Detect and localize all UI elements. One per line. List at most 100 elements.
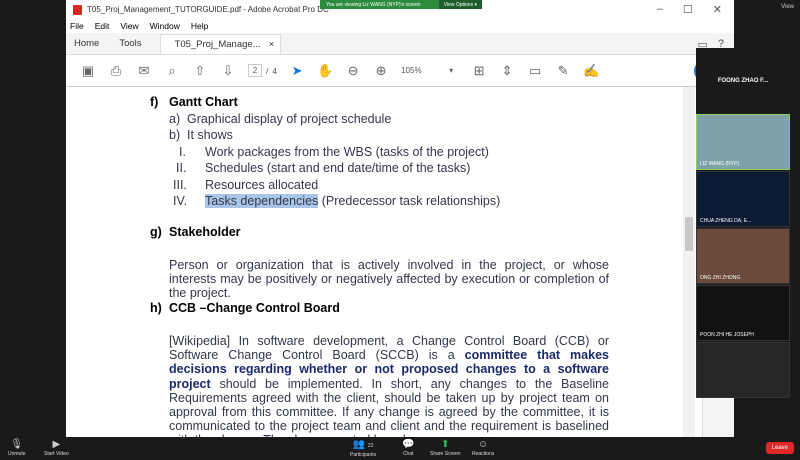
participant-tile[interactable]	[696, 342, 790, 398]
participant-name: ONG ZHI ZHONG	[700, 275, 741, 281]
menu-file[interactable]: File	[70, 21, 84, 31]
menu-edit[interactable]: Edit	[95, 21, 110, 31]
share-screen-label: Share Screen	[430, 451, 461, 457]
section-h-marker: h)	[150, 301, 162, 315]
h-text-part2: should be implemented. In short, any cha…	[169, 376, 609, 437]
participants-button[interactable]: 👥 23 Participants	[350, 439, 376, 458]
section-h-title: CCB –Change Control Board	[169, 301, 340, 315]
toolbar: ▣ ⎙ ✉ ⌕ ⇧ ⇩ 2 /4 ➤ ✋ ⊖ ⊕ 105% ▾ ⊞ ⇕ ▭ ✎ ✍…	[66, 55, 734, 87]
leave-button[interactable]: Leave	[765, 442, 794, 454]
start-video-label: Start Video	[44, 451, 69, 457]
sign-icon[interactable]: ✍	[577, 63, 605, 79]
menu-help[interactable]: Help	[191, 21, 208, 31]
participant-tile[interactable]: ONG ZHI ZHONG	[696, 228, 790, 284]
search-icon[interactable]: ⌕	[158, 63, 186, 79]
menu-bar: File Edit View Window Help	[66, 19, 734, 33]
participant-name: CHUA ZHENG DA, E...	[700, 218, 752, 224]
item-2: Schedules (start and end date/time of th…	[205, 161, 471, 175]
section-f-title: Gantt Chart	[169, 95, 238, 109]
roman-3: III.	[173, 178, 187, 192]
zoom-level[interactable]: 105%	[401, 66, 437, 75]
roman-2: II.	[176, 161, 187, 175]
view-options-button[interactable]: View Options ▾	[438, 0, 482, 9]
participant-tile[interactable]: LIZ WANG (NYP)	[696, 114, 790, 170]
item-1: Work packages from the WBS (tasks of the…	[205, 145, 489, 159]
minimize-icon[interactable]: –	[657, 3, 663, 16]
page-total: 4	[272, 65, 278, 76]
section-f-marker: f)	[150, 95, 159, 109]
chevron-down-icon[interactable]: ▾	[437, 66, 465, 75]
item-4: Tasks dependencies (Predecessor task rel…	[205, 194, 500, 208]
prev-page-icon[interactable]: ⇧	[186, 63, 214, 79]
maximize-icon[interactable]: ☐	[683, 3, 693, 16]
view-options-label: View Options	[443, 1, 474, 8]
f-b-text: It shows	[187, 128, 233, 142]
close-icon[interactable]: ✕	[713, 3, 722, 16]
acrobat-window: T05_Proj_Management_TUTORGUIDE.pdf - Ado…	[66, 0, 734, 437]
f-a-marker: a)	[169, 112, 181, 126]
participants-label: Participants	[350, 452, 377, 458]
highlight-pen-icon[interactable]: ✎	[549, 63, 577, 79]
section-g-text: Person or organization that is actively …	[169, 258, 609, 301]
section-g-title: Stakeholder	[169, 225, 241, 239]
participant-tile[interactable]: CHUA ZHENG DA, E...	[696, 171, 790, 227]
tab-home[interactable]: Home	[66, 38, 111, 54]
item-4-rest: (Predecessor task relationships)	[318, 194, 501, 208]
menu-view[interactable]: View	[120, 21, 138, 31]
smiley-icon: ☺	[478, 439, 489, 450]
next-page-icon[interactable]: ⇩	[214, 63, 242, 79]
mic-icon: 🎙	[10, 439, 24, 450]
share-screen-button[interactable]: ⬆ Share Screen	[430, 439, 461, 457]
f-b-marker: b)	[169, 128, 181, 142]
zoom-in-icon[interactable]: ⊕	[367, 63, 395, 79]
item-3: Resources allocated	[205, 178, 319, 192]
participant-name: POON ZHI HE JOSEPH	[700, 332, 754, 338]
participant-tile[interactable]: POON ZHI HE JOSEPH	[696, 285, 790, 341]
share-screen-icon: ⬆	[441, 439, 450, 450]
tab-document[interactable]: T05_Proj_Manage... ×	[159, 34, 282, 54]
participant-count: 23	[367, 443, 374, 449]
participants-icon: 👥 23	[352, 439, 374, 450]
unmute-button[interactable]: 🎙 Unmute	[8, 439, 26, 457]
document-page[interactable]: f) Gantt Chart a) Graphical display of p…	[66, 87, 678, 437]
tab-document-label: T05_Proj_Manage...	[174, 39, 261, 50]
meeting-controls: 🎙 Unmute ▶ Start Video 👥 23 Participants 💬 C…	[0, 437, 800, 460]
view-button[interactable]: View	[781, 4, 794, 10]
unmute-label: Unmute	[8, 451, 26, 457]
reactions-button[interactable]: ☺ Reactions	[472, 439, 494, 457]
video-icon: ▶	[52, 439, 61, 450]
start-video-button[interactable]: ▶ Start Video	[44, 439, 69, 457]
f-a-text: Graphical display of project schedule	[187, 112, 392, 126]
select-cursor-icon[interactable]: ➤	[283, 63, 311, 79]
tab-tools[interactable]: Tools	[111, 38, 153, 54]
email-icon[interactable]: ✉	[130, 63, 158, 79]
roman-4: IV.	[173, 194, 188, 208]
fit-page-icon[interactable]: ⊞	[465, 63, 493, 79]
pdf-icon	[73, 4, 82, 15]
chat-button[interactable]: 💬 Chat	[402, 439, 414, 457]
section-g-marker: g)	[150, 225, 162, 239]
save-icon[interactable]: ▣	[74, 63, 102, 79]
comment-icon[interactable]: ▭	[521, 63, 549, 79]
participant-gallery: FOONG ZHAO F... LIZ WANG (NYP) CHUA ZHEN…	[696, 48, 790, 398]
participant-name: LIZ WANG (NYP)	[700, 161, 739, 167]
section-h-text: [Wikipedia] In software development, a C…	[169, 334, 609, 437]
vertical-scrollbar[interactable]	[683, 87, 695, 437]
hand-tool-icon[interactable]: ✋	[311, 63, 339, 79]
print-icon[interactable]: ⎙	[102, 63, 130, 79]
page-sep: /	[266, 65, 269, 76]
highlighted-text[interactable]: Tasks dependencies	[205, 194, 319, 208]
chat-bubble-icon: 💬	[402, 439, 415, 450]
menu-window[interactable]: Window	[150, 21, 180, 31]
page-indicator: 2 /4	[248, 64, 277, 77]
banner-text: You are viewing Liz WANG (NYP)'s screen	[326, 1, 421, 8]
chat-label: Chat	[402, 451, 414, 457]
page-input[interactable]: 2	[248, 64, 262, 77]
zoom-out-icon[interactable]: ⊖	[339, 63, 367, 79]
tab-bar: Home Tools T05_Proj_Manage... × ▭?	[66, 33, 734, 55]
scroll-thumb[interactable]	[685, 217, 693, 251]
close-tab-icon[interactable]: ×	[269, 39, 275, 50]
scroll-mode-icon[interactable]: ⇕	[493, 63, 521, 79]
gallery-title: FOONG ZHAO F...	[717, 78, 769, 84]
roman-1: I.	[179, 145, 186, 159]
